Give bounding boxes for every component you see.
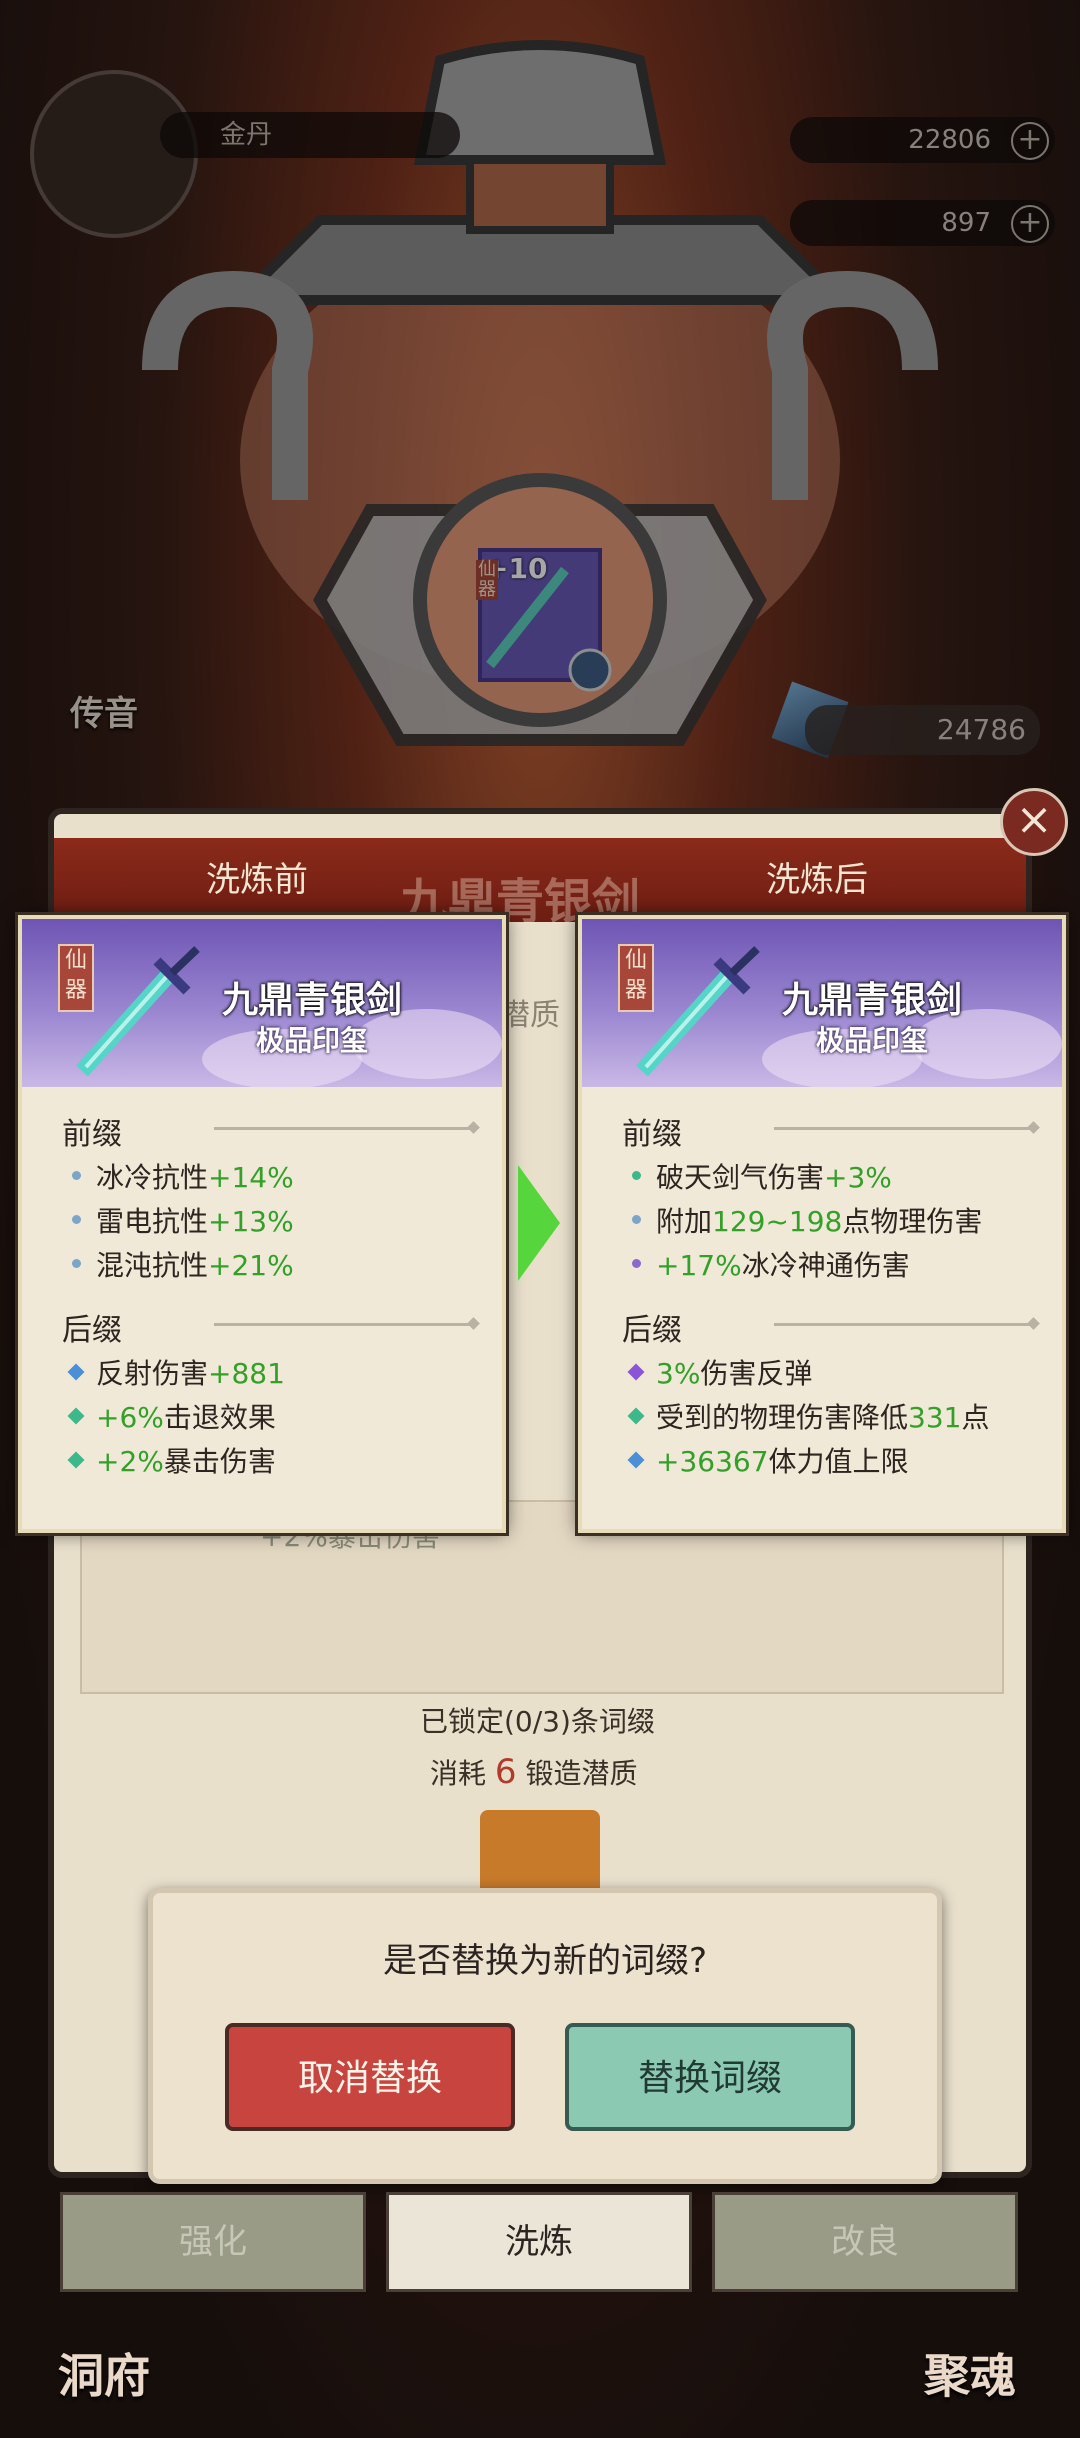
affix-row: 破天剑气伤害+3% [656,1161,892,1194]
header-after-label: 洗炼后 [766,860,868,900]
replace-affix-button[interactable]: 替换词缀 [565,2023,855,2131]
cost-suffix: 锻造潜质 [525,1757,638,1790]
suffix-title: 后缀 [62,1313,122,1348]
nav-gather-soul[interactable]: 聚魂 [924,2340,1016,2406]
dialog-question: 是否替换为新的词缀? [382,1941,708,1981]
cost-line: 消耗 6 锻造潜质 [430,1752,637,1792]
suffix-title: 后缀 [622,1313,682,1348]
prefix-title: 前缀 [62,1117,122,1152]
replace-confirm-dialog: 是否替换为新的词缀? 取消替换 替换词缀 [148,1888,942,2184]
bullet-icon [632,1215,641,1224]
divider [774,1127,1034,1130]
forge-material-icon [480,1810,600,1890]
divider [214,1323,474,1326]
affix-row: +6%击退效果 [96,1401,276,1434]
xian-tag: 仙器 [58,944,94,1012]
affix-row: 受到的物理伤害降低331点 [656,1401,990,1434]
tab-refine[interactable]: 洗炼 [386,2192,692,2292]
bullet-icon [72,1215,81,1224]
prefix-title: 前缀 [622,1117,682,1152]
card-after-header: 仙器 九鼎青银剑 极品印玺 [582,919,1062,1089]
blue-gem-icon [627,1451,645,1469]
bullet-icon [632,1259,641,1268]
card-before-quality: 极品印玺 [255,1024,368,1057]
cost-value: 6 [494,1752,517,1792]
locked-affix-count: 已锁定(0/3)条词缀 [420,1705,655,1738]
card-before-name: 九鼎青银剑 [221,980,402,1021]
close-button[interactable]: × [1000,788,1068,856]
green-gem-icon [67,1407,85,1425]
tab-improve[interactable]: 改良 [712,2192,1018,2292]
affix-row: 3%伤害反弹 [656,1357,813,1390]
bullet-icon [72,1259,81,1268]
affix-row: +36367体力值上限 [656,1445,909,1478]
affix-row: 反射伤害+881 [96,1357,285,1390]
card-after-quality: 极品印玺 [815,1024,928,1057]
divider [214,1127,474,1130]
tab-strengthen[interactable]: 强化 [60,2192,366,2292]
potential-label: 潜质 [500,998,560,1033]
affix-row: 混沌抗性+21% [96,1249,294,1282]
affix-row: 附加129~198点物理伤害 [656,1205,983,1238]
card-after: 仙器 九鼎青银剑 极品印玺 前缀 破天剑气伤害+3% 附加129~198点物理伤… [578,915,1066,1533]
xian-tag: 仙器 [618,944,654,1012]
card-before-header: 仙器 九鼎青银剑 极品印玺 [22,919,502,1089]
affix-row: 雷电抗性+13% [96,1205,294,1238]
purple-gem-icon [627,1363,645,1381]
bullet-icon [72,1171,81,1180]
bullet-icon [632,1171,641,1180]
affix-row: 冰冷抗性+14% [96,1161,294,1194]
affix-row: +17%冰冷神通伤害 [656,1249,910,1282]
header-before-label: 洗炼前 [206,860,308,900]
green-gem-icon [627,1407,645,1425]
affix-row: +2%暴击伤害 [96,1445,276,1478]
blue-gem-icon [67,1363,85,1381]
cancel-replace-button[interactable]: 取消替换 [225,2023,515,2131]
arrow-right-icon [518,1165,560,1281]
card-before: 仙器 九鼎青银剑 极品印玺 前缀 冰冷抗性+14% 雷电抗性+13% 混沌抗性+… [18,915,506,1533]
divider [774,1323,1034,1326]
card-after-name: 九鼎青银剑 [781,980,962,1021]
cost-prefix: 消耗 [430,1757,487,1790]
green-gem-icon [67,1451,85,1469]
nav-cave-dwelling[interactable]: 洞府 [58,2340,150,2406]
